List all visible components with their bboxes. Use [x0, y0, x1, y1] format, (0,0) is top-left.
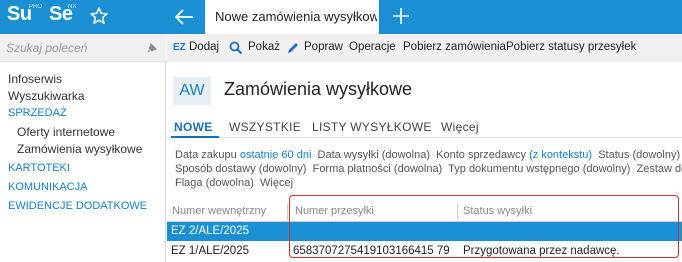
plus-icon[interactable] — [391, 6, 411, 26]
filter-line-3: Flaga (dowolna) Więcej — [175, 177, 682, 189]
filter-value[interactable]: (dowolna) — [394, 163, 442, 175]
cell-numer-wewnetrzny: EZ 1/ALE/2025 — [171, 245, 249, 257]
page-title: Zamówienia wysyłkowe — [224, 79, 413, 99]
pin-icon[interactable] — [146, 42, 158, 54]
cell-numer-wewnetrzny: EZ 2/ALE/2025 — [171, 225, 249, 237]
filter-value[interactable]: (dowolna) — [382, 149, 430, 161]
sidebar-section-sprzedaz[interactable]: SPRZEDAŻ — [8, 107, 174, 119]
tab-wszystkie[interactable]: WSZYSTKIE — [229, 120, 301, 134]
fetch-orders-button[interactable]: Pobierz zamówienia — [403, 41, 506, 53]
filter-value[interactable]: (dowolny) — [259, 163, 307, 175]
star-icon[interactable] — [89, 6, 109, 26]
column-separator[interactable] — [287, 204, 288, 220]
filter-value[interactable]: ostatnie 60 dni — [240, 149, 312, 161]
tab-title: Nowe zamówienia wysyłkowe — [215, 9, 377, 24]
module-badge: AW — [173, 77, 211, 105]
tab-nowe-zamowienia[interactable]: Nowe zamówienia wysyłkowe — [205, 0, 379, 34]
filter-label[interactable]: Zestaw doku — [637, 163, 682, 175]
filter-label[interactable]: Status — [598, 149, 629, 161]
back-arrow-icon[interactable] — [172, 6, 196, 28]
fetch-status-button[interactable]: Pobierz statusy przesyłek — [506, 41, 636, 53]
show-button[interactable]: Pokaż — [248, 41, 280, 53]
sello-logo[interactable]: Se NX — [44, 0, 84, 34]
sidebar-item-zamowienia-wysylkowe[interactable]: Zamówienia wysyłkowe — [17, 142, 183, 156]
pencil-icon — [288, 43, 298, 53]
logo-text: Su — [7, 3, 32, 25]
sidebar-item-oferty-internetowe[interactable]: Oferty internetowe — [17, 125, 183, 139]
logo-superscript: PRO — [29, 4, 43, 10]
filter-label[interactable]: Data wysyłki — [318, 149, 379, 161]
column-header-numer-wewnetrzny[interactable]: Numer wewnętrzny — [172, 205, 266, 217]
ez-icon: EZ — [173, 42, 186, 53]
filter-label[interactable]: Konto sprzedawcy — [436, 149, 526, 161]
sidebar-section-komunikacja[interactable]: KOMUNIKACJA — [8, 181, 174, 193]
filter-label[interactable]: Typ dokumentu wstępnego — [448, 163, 579, 175]
search-placeholder: Szukaj poleceń — [6, 41, 88, 55]
filter-value[interactable]: (dowolna) — [206, 177, 254, 189]
filter-value[interactable]: (dowolny) — [632, 149, 680, 161]
filter-label[interactable]: Flaga — [175, 177, 203, 189]
logo-superscript: NX — [68, 4, 77, 10]
operations-button[interactable]: Operacje — [349, 41, 396, 53]
view-tabs: NOWE WSZYSTKIE LISTY WYSYŁKOWE Więcej — [167, 114, 682, 138]
highlight-annotation — [289, 195, 679, 258]
filter-value[interactable]: (z kontekstu) — [529, 149, 592, 161]
filter-value[interactable]: (dowolny) — [583, 163, 631, 175]
search-icon — [229, 41, 243, 55]
edit-button[interactable]: Popraw — [304, 41, 343, 53]
more-filters-link[interactable]: Więcej — [260, 177, 293, 189]
sidebar-item-infoserwis[interactable]: Infoserwis — [8, 72, 174, 86]
active-tab-indicator — [171, 136, 219, 138]
filter-label[interactable]: Forma płatności — [313, 163, 391, 175]
sidebar: Szukaj poleceń Infoserwis Wyszukiwarka S… — [0, 34, 166, 262]
filter-line-1: Data zakupu ostatnie 60 dni Data wysyłki… — [175, 149, 682, 161]
search-input[interactable]: Szukaj poleceń — [0, 34, 166, 62]
sidebar-item-wyszukiwarka[interactable]: Wyszukiwarka — [8, 89, 174, 103]
subiekt-logo[interactable]: Su PRO — [2, 0, 42, 34]
filter-line-2: Sposób dostawy (dowolny) Forma płatności… — [175, 163, 682, 175]
sidebar-section-kartoteki[interactable]: KARTOTEKI — [8, 162, 174, 174]
top-bar: Su PRO Se NX Nowe zamówienia wysyłkowe — [0, 0, 682, 34]
filter-label[interactable]: Data zakupu — [175, 149, 237, 161]
sidebar-section-ewidencje-dodatkowe[interactable]: EWIDENCJE DODATKOWE — [8, 200, 174, 212]
tab-nowe[interactable]: NOWE — [174, 120, 213, 134]
add-button[interactable]: Dodaj — [189, 41, 219, 53]
tab-wiecej[interactable]: Więcej — [441, 120, 479, 134]
toolbar: EZ Dodaj Pokaż Popraw Operacje Pobierz z… — [167, 34, 682, 62]
filter-label[interactable]: Sposób dostawy — [175, 163, 256, 175]
tab-listy-wysylkowe[interactable]: LISTY WYSYŁKOWE — [312, 120, 432, 134]
